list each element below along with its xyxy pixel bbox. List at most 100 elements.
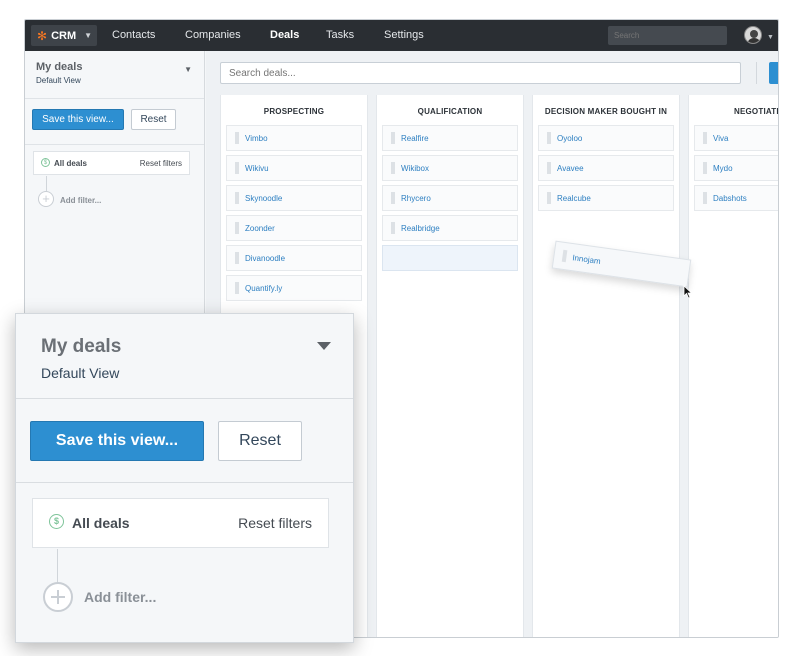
deal-card[interactable]: Realbridge — [382, 215, 518, 241]
reset-button[interactable]: Reset — [131, 109, 176, 130]
create-deal-button[interactable] — [769, 62, 778, 84]
toolbar-divider — [756, 62, 757, 84]
zoom-view-actions: Save this view... Reset — [16, 399, 353, 483]
pipeline-column-qualification: QUALIFICATION Realfire Wikibox Rhycero R… — [376, 95, 524, 637]
drag-handle-icon[interactable] — [235, 282, 239, 294]
deal-name[interactable]: Oyoloo — [557, 134, 582, 143]
all-deals-filter[interactable]: $ All deals Reset filters — [33, 151, 190, 175]
deal-card[interactable]: Realfire — [382, 125, 518, 151]
all-deals-label: All deals — [54, 159, 87, 168]
hubspot-sprocket-icon: ✻ — [37, 28, 48, 43]
filter-connector-line — [46, 176, 47, 191]
deal-name[interactable]: Mydo — [713, 164, 733, 173]
drag-handle-icon[interactable] — [547, 192, 551, 204]
deal-name[interactable]: Zoonder — [245, 224, 275, 233]
drag-handle-icon[interactable] — [235, 192, 239, 204]
deal-name[interactable]: Rhycero — [401, 194, 431, 203]
drop-placeholder[interactable] — [382, 245, 518, 271]
avatar[interactable] — [744, 26, 762, 44]
crm-label: CRM — [51, 29, 77, 42]
zoomed-sidebar-panel: My deals Default View Save this view... … — [15, 313, 354, 643]
avatar-head — [750, 30, 758, 38]
column-title: DECISION MAKER BOUGHT IN — [544, 107, 668, 116]
add-filter-plus-icon[interactable]: + — [38, 191, 54, 207]
deal-name[interactable]: Divanoodle — [245, 254, 285, 263]
zoom-view-title: My deals — [41, 336, 122, 357]
view-selector[interactable]: My deals Default View ▼ — [25, 51, 204, 99]
drag-handle-icon[interactable] — [703, 192, 707, 204]
column-title: PROSPECTING — [263, 107, 325, 116]
view-title: My deals — [36, 61, 83, 73]
deal-name[interactable]: Wikibox — [401, 164, 429, 173]
deal-name[interactable]: Vimbo — [245, 134, 268, 143]
drag-handle-icon[interactable] — [391, 162, 395, 174]
zoom-view-subtitle: Default View — [41, 365, 120, 381]
view-actions: Save this view... Reset — [25, 99, 204, 145]
deal-card[interactable]: Quantify.ly — [226, 275, 362, 301]
zoom-add-filter-link[interactable]: Add filter... — [84, 589, 156, 605]
drag-handle-icon[interactable] — [703, 132, 707, 144]
nav-settings[interactable]: Settings — [384, 29, 424, 41]
pipeline-column-decision-maker: DECISION MAKER BOUGHT IN Oyoloo Avavee R… — [532, 95, 680, 637]
deal-card[interactable]: Divanoodle — [226, 245, 362, 271]
deal-card[interactable]: Mydo — [694, 155, 778, 181]
drag-handle-icon[interactable] — [235, 132, 239, 144]
deal-card[interactable]: Avavee — [538, 155, 674, 181]
zoom-all-deals-filter[interactable]: $ All deals Reset filters — [32, 498, 329, 548]
deal-card[interactable]: Zoonder — [226, 215, 362, 241]
drag-handle-icon[interactable] — [235, 222, 239, 234]
nav-companies[interactable]: Companies — [185, 29, 241, 41]
deal-name[interactable]: Innojam — [572, 253, 601, 266]
drag-handle-icon[interactable] — [235, 162, 239, 174]
deal-name[interactable]: Wikivu — [245, 164, 269, 173]
global-search-input[interactable] — [608, 26, 727, 45]
zoom-filter-connector-line — [57, 549, 58, 583]
deal-name[interactable]: Quantify.ly — [245, 284, 282, 293]
deal-name[interactable]: Realbridge — [401, 224, 440, 233]
reset-filters-link[interactable]: Reset filters — [140, 159, 182, 168]
top-navigation-bar: ✻ CRM ▼ Contacts Companies Deals Tasks S… — [25, 20, 778, 51]
deal-card[interactable]: Realcube — [538, 185, 674, 211]
drag-handle-icon[interactable] — [547, 132, 551, 144]
deal-name[interactable]: Viva — [713, 134, 728, 143]
zoom-reset-button[interactable]: Reset — [218, 421, 302, 461]
add-filter-link[interactable]: Add filter... — [60, 196, 101, 205]
deal-card[interactable]: Wikibox — [382, 155, 518, 181]
deal-card[interactable]: Oyoloo — [538, 125, 674, 151]
deal-card[interactable]: Dabshots — [694, 185, 778, 211]
account-chevron-down-icon[interactable]: ▼ — [767, 34, 774, 41]
nav-tasks[interactable]: Tasks — [326, 29, 354, 41]
deal-card[interactable]: Wikivu — [226, 155, 362, 181]
chevron-down-icon: ▼ — [84, 31, 93, 40]
deal-name[interactable]: Avavee — [557, 164, 584, 173]
drag-handle-icon[interactable] — [391, 192, 395, 204]
deal-name[interactable]: Realcube — [557, 194, 591, 203]
zoom-save-view-button[interactable]: Save this view... — [30, 421, 204, 461]
deal-name[interactable]: Realfire — [401, 134, 429, 143]
deal-card[interactable]: Skynoodle — [226, 185, 362, 211]
drag-handle-icon[interactable] — [391, 132, 395, 144]
nav-deals[interactable]: Deals — [270, 29, 299, 41]
zoom-caret-down-icon[interactable] — [317, 342, 331, 350]
drag-handle-icon[interactable] — [235, 252, 239, 264]
deal-search-input[interactable] — [220, 62, 741, 84]
dollar-icon: $ — [41, 158, 50, 167]
view-caret-down-icon[interactable]: ▼ — [184, 65, 192, 74]
drag-handle-icon[interactable] — [703, 162, 707, 174]
save-view-button[interactable]: Save this view... — [32, 109, 124, 130]
deal-name[interactable]: Skynoodle — [245, 194, 282, 203]
drag-handle-icon[interactable] — [391, 222, 395, 234]
avatar-body — [747, 38, 761, 43]
deal-card[interactable]: Viva — [694, 125, 778, 151]
deal-card[interactable]: Rhycero — [382, 185, 518, 211]
zoom-add-filter-plus-icon[interactable] — [43, 582, 73, 612]
column-title: QUALIFICATION — [417, 107, 483, 116]
crm-menu-button[interactable]: ✻ CRM ▼ — [31, 25, 97, 46]
zoom-reset-filters-link[interactable]: Reset filters — [238, 515, 312, 531]
deal-card[interactable]: Vimbo — [226, 125, 362, 151]
drag-handle-icon[interactable] — [561, 249, 568, 263]
zoom-view-selector[interactable]: My deals Default View — [16, 314, 353, 399]
deal-name[interactable]: Dabshots — [713, 194, 747, 203]
nav-contacts[interactable]: Contacts — [112, 29, 155, 41]
drag-handle-icon[interactable] — [547, 162, 551, 174]
